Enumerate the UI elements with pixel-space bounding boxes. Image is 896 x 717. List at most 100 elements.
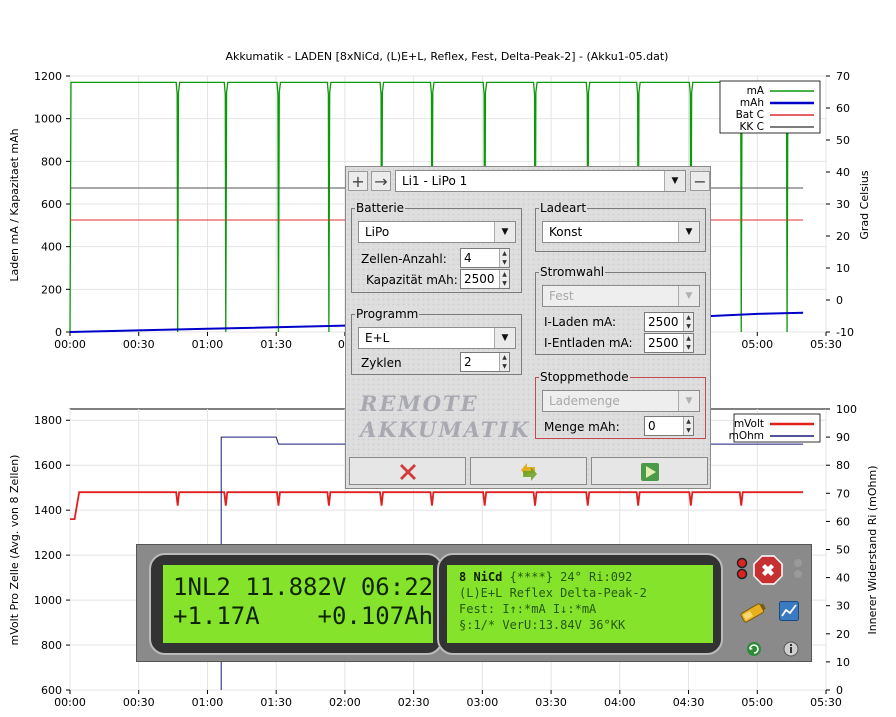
ladeart-select[interactable]: Konst ▼: [542, 221, 700, 243]
arrow-right-icon: →: [374, 172, 388, 191]
ladeart-group: Ladeart Konst ▼: [535, 201, 706, 252]
y-tick-label: 1200: [34, 549, 62, 562]
lcd-main-line1: 1NL2 11.882V 06:22: [173, 573, 434, 601]
y-tick-label: 800: [41, 155, 62, 168]
spin-arrows-icon[interactable]: ▲ ▼: [499, 249, 509, 267]
ladeart-group-title: Ladeart: [539, 201, 588, 215]
y2-tick-label: 20: [836, 230, 850, 243]
upper-legend: mAmAhBat CKK C: [719, 80, 821, 134]
x-tick-label: 01:30: [260, 696, 292, 709]
spin-arrows-icon[interactable]: ▲ ▼: [683, 417, 693, 435]
program-select[interactable]: E+L ▼: [358, 327, 516, 349]
plus-icon: +: [351, 172, 365, 191]
y2-tick-label: 30: [836, 600, 850, 613]
x-tick-label: 03:30: [535, 696, 567, 709]
info-icon[interactable]: [783, 641, 799, 657]
x-tick-label: 04:30: [673, 696, 705, 709]
spin-arrows-icon[interactable]: ▲ ▼: [499, 270, 509, 288]
transfer-button[interactable]: [470, 457, 587, 485]
upper-y2-axis-label: Grad Celsius: [858, 170, 871, 240]
y-tick-label: 1400: [34, 504, 62, 517]
apply-profile-button[interactable]: →: [371, 171, 391, 191]
x-tick-label: 00:30: [123, 338, 155, 351]
y-tick-label: 0: [55, 326, 62, 339]
y2-tick-label: 100: [836, 403, 857, 416]
x-tick-label: 05:00: [741, 338, 773, 351]
lower-y2-axis-label: Innerer Widerstand Ri (mOhm): [866, 465, 879, 634]
y2-tick-label: 10: [836, 262, 850, 275]
i-laden-spinbox[interactable]: 2500 ▲ ▼: [644, 312, 694, 332]
x-tick-label: 01:00: [192, 338, 224, 351]
add-profile-button[interactable]: +: [348, 171, 368, 191]
chevron-down-icon: ▼: [494, 328, 515, 348]
y-tick-label: 400: [41, 241, 62, 254]
y-tick-label: 1200: [34, 70, 62, 83]
chevron-down-icon: ▼: [678, 391, 699, 411]
y2-tick-label: 10: [836, 656, 850, 669]
y-tick-label: 1600: [34, 459, 62, 472]
zellen-spinbox[interactable]: 4 ▲ ▼: [460, 248, 510, 268]
y2-tick-label: 60: [836, 515, 850, 528]
spin-arrows-icon[interactable]: ▲ ▼: [499, 353, 509, 371]
y2-tick-label: 60: [836, 102, 850, 115]
y2-tick-label: 0: [836, 294, 843, 307]
refresh-icon[interactable]: [746, 641, 762, 657]
x-tick-label: 00:00: [54, 338, 86, 351]
y-tick-label: 1000: [34, 113, 62, 126]
stromwahl-select: Fest ▼: [542, 285, 700, 307]
battery-type-select[interactable]: LiPo ▼: [358, 221, 516, 243]
remove-profile-button[interactable]: −: [690, 171, 710, 191]
y-tick-label: 200: [41, 283, 62, 296]
legend-label: mOhm: [729, 430, 764, 442]
y-tick-label: 1000: [34, 594, 62, 607]
y2-tick-label: 80: [836, 459, 850, 472]
menge-label: Menge mAh:: [544, 420, 620, 434]
x-tick-label: 05:30: [810, 696, 842, 709]
stoppmethode-group-title: Stoppmethode: [539, 370, 630, 384]
y2-tick-label: 20: [836, 628, 850, 641]
chart-icon[interactable]: [779, 601, 799, 621]
x-tick-label: 01:30: [260, 338, 292, 351]
start-button[interactable]: [591, 457, 708, 485]
i-laden-label: I-Laden mA:: [544, 315, 617, 329]
x-tick-label: 05:00: [741, 696, 773, 709]
x-tick-label: 05:30: [810, 338, 842, 351]
stop-icon[interactable]: [753, 555, 783, 585]
legend-label: Bat C: [736, 109, 764, 121]
close-icon: [400, 464, 416, 480]
lcd-info-line1: 8 NiCd {****} 24° Ri:092: [459, 570, 633, 584]
spin-arrows-icon[interactable]: ▲ ▼: [683, 334, 693, 352]
x-tick-label: 04:00: [604, 696, 636, 709]
y2-tick-label: 30: [836, 198, 850, 211]
watermark-remote: REMOTE: [360, 391, 479, 416]
battery-icon[interactable]: [739, 599, 769, 625]
spin-arrows-icon[interactable]: ▲ ▼: [683, 313, 693, 331]
kapazitaet-label: Kapazität mAh:: [366, 273, 458, 287]
charge-settings-dialog: + → Li1 - LiPo 1 ▼ − Batterie LiPo ▼ Zel…: [345, 166, 711, 489]
y-tick-label: 600: [41, 684, 62, 697]
legend-label: mA: [747, 85, 765, 97]
lcd-info-line2: (L)E+L Reflex Delta-Peak-2: [459, 586, 647, 600]
y-tick-label: 600: [41, 198, 62, 211]
programm-group-title: Programm: [355, 307, 420, 321]
kapazitaet-spinbox[interactable]: 2500 ▲ ▼: [460, 269, 510, 289]
x-tick-label: 02:00: [329, 696, 361, 709]
lower-y-axis-label: mVolt Pro Zelle (Avg. von 8 Zellen): [8, 455, 21, 646]
i-entladen-spinbox[interactable]: 2500 ▲ ▼: [644, 333, 694, 353]
zyklen-spinbox[interactable]: 2 ▲ ▼: [460, 352, 510, 372]
cancel-button[interactable]: [349, 457, 466, 485]
menge-spinbox[interactable]: 0 ▲ ▼: [644, 416, 694, 436]
upper-y-axis-label: Laden mA / Kapazitaet mAh: [8, 128, 21, 281]
transfer-icon: [521, 463, 537, 481]
y-tick-label: 1800: [34, 414, 62, 427]
x-tick-label: 00:00: [54, 696, 86, 709]
profile-select[interactable]: Li1 - LiPo 1 ▼: [395, 170, 686, 192]
lcd-info-line3: Fest: I↑:*mA I↓:*mA: [459, 602, 597, 616]
chevron-down-icon: ▼: [494, 222, 515, 242]
legend-label: mVolt: [734, 418, 764, 430]
lcd-info-line4: §:1/* VerU:13.84V 36°KK: [459, 618, 626, 632]
y2-tick-label: 70: [836, 70, 850, 83]
stoppmethode-select: Lademenge ▼: [542, 390, 700, 412]
y2-tick-label: 50: [836, 544, 850, 557]
stromwahl-group: Stromwahl Fest ▼ I-Laden mA: 2500 ▲ ▼ I-E…: [535, 265, 706, 355]
